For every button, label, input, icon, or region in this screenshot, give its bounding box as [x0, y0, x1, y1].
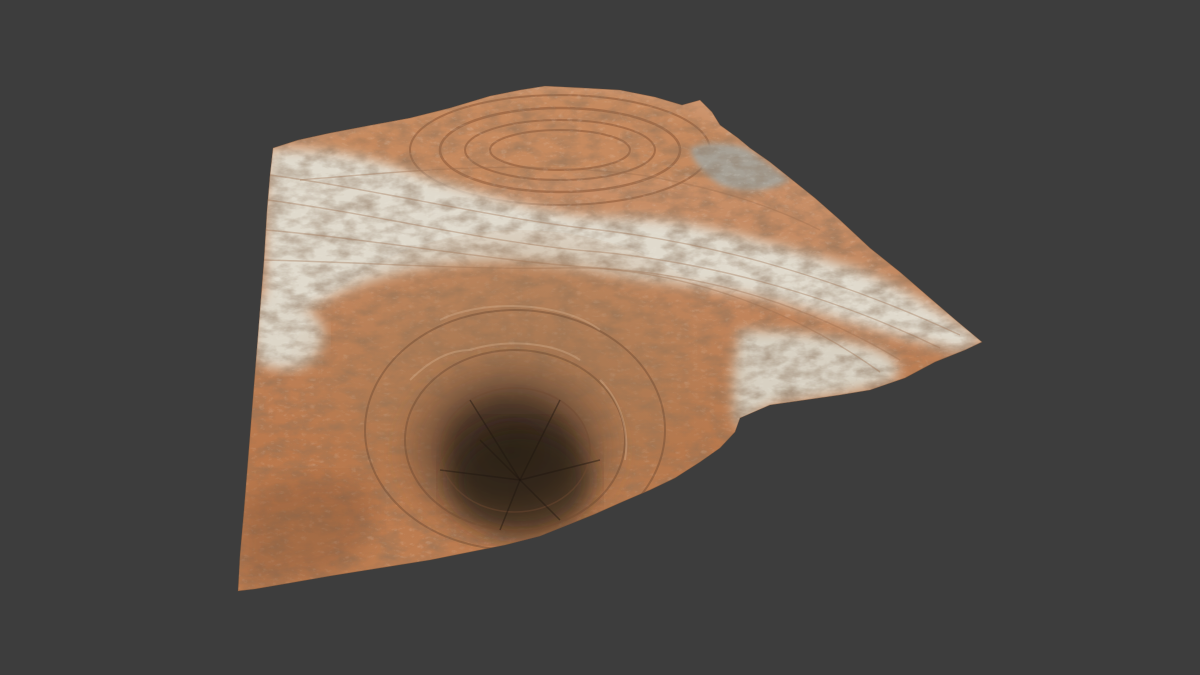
viewport	[0, 0, 1200, 675]
terrain-render	[0, 0, 1200, 675]
